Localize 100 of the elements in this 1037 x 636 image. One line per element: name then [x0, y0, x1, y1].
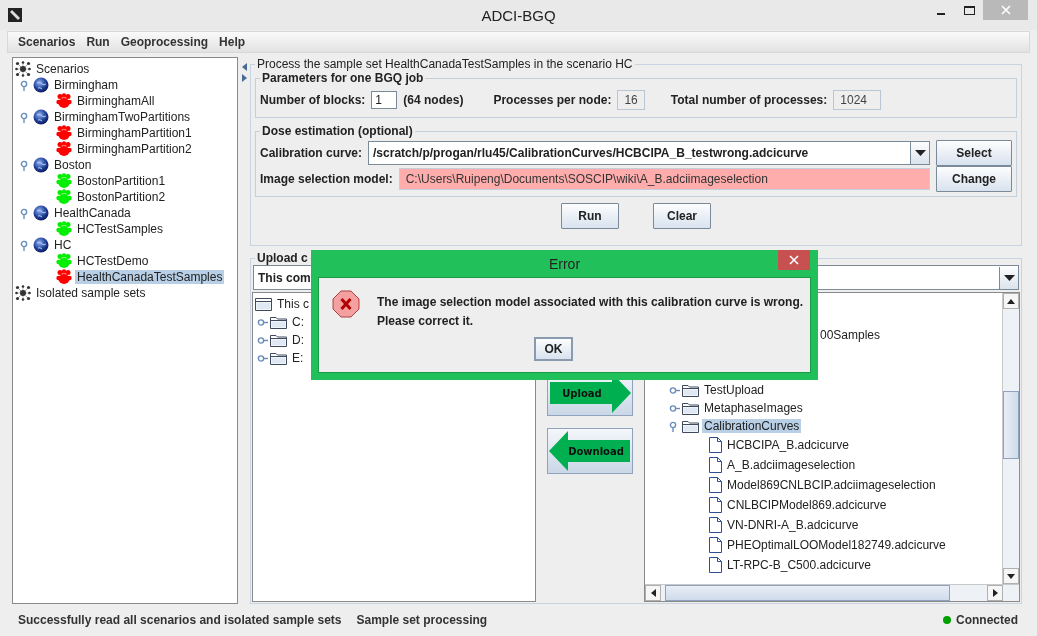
- network-icon: [15, 61, 31, 77]
- error-message: The image selection model associated with this calibration curve is wrong. Please correct it.: [377, 294, 804, 330]
- processes-per-node-field: 16: [617, 90, 645, 110]
- caret-icon: [1003, 274, 1015, 281]
- file-icon: [709, 517, 722, 533]
- close-icon: [1000, 5, 1011, 15]
- tree-item[interactable]: BirminghamAll: [75, 94, 157, 108]
- folder-icon: [682, 383, 699, 397]
- folder-icon: [270, 333, 287, 347]
- group-title: Process the sample set HealthCanadaTestSamples in the scenario HC: [256, 57, 634, 71]
- group-title: Parameters for one BGQ job: [261, 71, 425, 85]
- tree-item[interactable]: Birmingham: [52, 78, 121, 92]
- file-icon: [709, 557, 722, 573]
- tree-item[interactable]: PHEOptimalLOOModel182749.adcicurve: [725, 538, 948, 552]
- menu-item[interactable]: Scenarios: [13, 35, 81, 49]
- scroll-down-icon[interactable]: [1007, 573, 1015, 579]
- dialog-close-button[interactable]: [778, 250, 810, 270]
- tree-item[interactable]: Model869CNLBCIP.adciimageselection: [725, 478, 938, 492]
- tree-item[interactable]: TestUpload: [702, 383, 767, 397]
- tree-item[interactable]: Boston: [52, 158, 94, 172]
- tree-item[interactable]: HCTestDemo: [75, 254, 151, 268]
- tree-item[interactable]: HealthCanadaTestSamples: [75, 270, 225, 284]
- select-button[interactable]: Select: [936, 140, 1012, 166]
- menu-item[interactable]: Run: [81, 35, 115, 49]
- vertical-scrollbar[interactable]: [1002, 293, 1019, 584]
- tree-item[interactable]: Scenarios: [34, 62, 92, 76]
- file-icon: [709, 537, 722, 553]
- tree-item[interactable]: C:: [290, 315, 306, 329]
- folder-icon: [270, 351, 287, 365]
- tree-item[interactable]: Isolated sample sets: [34, 286, 148, 300]
- field-label: Image selection model:: [260, 172, 393, 186]
- tree-item[interactable]: BirminghamPartition2: [75, 142, 194, 156]
- tree-item[interactable]: BirminghamPartition1: [75, 126, 194, 140]
- tree-item[interactable]: E:: [290, 351, 306, 365]
- tree-item[interactable]: This c: [275, 297, 311, 311]
- nodes-note: (64 nodes): [403, 93, 464, 107]
- blocks-field[interactable]: 1: [371, 91, 398, 109]
- expand-handle-icon[interactable]: [257, 352, 268, 364]
- field-label: Calibration curve:: [260, 146, 363, 160]
- app-icon: [8, 8, 22, 22]
- image-selection-field[interactable]: C:\Users\Ruipeng\Documents\SOSCIP\wiki\A_B.adciimageselection: [398, 168, 930, 190]
- scroll-up-icon[interactable]: [1007, 298, 1015, 304]
- file-icon: [709, 437, 722, 453]
- globe-icon: [33, 237, 49, 253]
- action-button[interactable]: Clear: [653, 203, 711, 229]
- globe-icon: [33, 205, 49, 221]
- field-label: Number of blocks:: [260, 93, 366, 107]
- action-button[interactable]: Run: [561, 203, 619, 229]
- calibration-curve-dropdown[interactable]: /scratch/p/progan/rlu45/CalibrationCurves/HCBCIPA_B_testwrong.adcicurve: [368, 141, 930, 165]
- horizontal-scrollbar[interactable]: [645, 584, 1019, 601]
- folder-icon: [682, 419, 699, 433]
- menu-item[interactable]: Geoprocessing: [115, 35, 214, 49]
- window-title: ADCI-BGQ: [481, 7, 556, 24]
- status-mode: Sample set processing: [356, 612, 488, 627]
- expand-right-icon[interactable]: [241, 74, 247, 82]
- maximize-icon: [963, 5, 975, 15]
- tree-item[interactable]: VN-DNRI-A_B.adcicurve: [725, 518, 861, 532]
- menu-item[interactable]: Help: [214, 35, 251, 49]
- minimize-icon: [937, 13, 945, 15]
- file-icon: [709, 477, 722, 493]
- expand-handle-icon[interactable]: [669, 384, 680, 396]
- file-icon: [709, 497, 722, 513]
- collapse-left-icon[interactable]: [241, 63, 247, 71]
- change-button[interactable]: Change: [936, 166, 1012, 192]
- tree-item[interactable]: HC: [52, 238, 74, 252]
- caret-icon: [914, 150, 926, 156]
- tree-item[interactable]: D:: [290, 333, 306, 347]
- tree-item[interactable]: CalibrationCurves: [702, 419, 802, 433]
- folder-icon: [682, 401, 699, 415]
- scroll-left-icon[interactable]: [650, 589, 656, 597]
- expand-handle-icon[interactable]: [257, 316, 268, 328]
- globe-icon: [33, 77, 49, 93]
- tree-item[interactable]: 00Samples: [818, 328, 883, 342]
- error-icon: [332, 290, 360, 318]
- connection-status: Connected: [956, 612, 1018, 627]
- expand-handle-icon[interactable]: [257, 334, 268, 346]
- file-icon: [709, 457, 722, 473]
- tree-item[interactable]: LT-RPC-B_C500.adcicurve: [725, 558, 873, 572]
- tree-item[interactable]: HCBCIPA_B.adcicurve: [725, 438, 851, 452]
- scroll-thumb[interactable]: [1003, 391, 1019, 459]
- dialog-title: Error: [548, 255, 581, 272]
- total-processes-field: 1024: [833, 90, 882, 110]
- tree-item[interactable]: HealthCanada: [52, 206, 133, 220]
- computer-folder-icon: [255, 297, 272, 311]
- group-title: Upload c: [256, 251, 309, 265]
- tree-item[interactable]: BostonPartition1: [75, 174, 168, 188]
- field-label: Total number of processes:: [670, 93, 828, 107]
- tree-item[interactable]: MetaphaseImages: [702, 401, 805, 415]
- scroll-right-icon[interactable]: [992, 589, 998, 597]
- expand-handle-icon[interactable]: [669, 402, 680, 414]
- download-button[interactable]: Download: [547, 428, 633, 474]
- tree-item[interactable]: BirminghamTwoPartitions: [52, 110, 193, 124]
- tree-item[interactable]: A_B.adciimageselection: [725, 458, 858, 472]
- scroll-thumb[interactable]: [665, 585, 950, 601]
- tree-item[interactable]: BostonPartition2: [75, 190, 168, 204]
- globe-icon: [33, 157, 49, 173]
- ok-button[interactable]: OK: [534, 337, 573, 361]
- globe-icon: [33, 109, 49, 125]
- tree-item[interactable]: HCTestSamples: [75, 222, 166, 236]
- tree-item[interactable]: CNLBCIPModel869.adcicurve: [725, 498, 889, 512]
